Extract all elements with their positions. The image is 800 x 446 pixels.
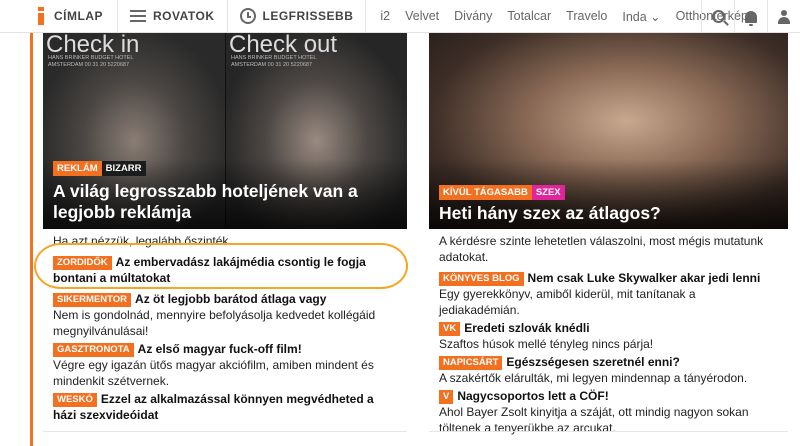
- partner-sites: i2 Velvet Divány Totalcar Travelo Inda ⌄…: [366, 9, 748, 24]
- notifications-button[interactable]: [734, 0, 767, 33]
- tag-szex[interactable]: SZEX: [531, 185, 565, 200]
- home-link[interactable]: CÍMLAP: [0, 0, 103, 33]
- item-headline[interactable]: Ezzel az alkalmazással könnyen megvédhet…: [53, 392, 374, 422]
- hotel-subtext: HANS BRINKER BUDGET HOTEL AMSTERDAM 00 3…: [231, 55, 317, 68]
- search-button[interactable]: [701, 0, 734, 33]
- item-tag[interactable]: KÖNYVES BLOG: [439, 272, 524, 286]
- item-description: Szaftos húsok mellé tényleg nincs párja!: [439, 337, 654, 351]
- hotel-subtext: HANS BRINKER BUDGET HOTEL AMSTERDAM 00 3…: [48, 55, 134, 68]
- list-item[interactable]: VK Eredeti szlovák knédli Szaftos húsok m…: [429, 318, 788, 352]
- hero-lead: A kérdésre szinte lehetetlen válaszolni,…: [439, 234, 764, 264]
- item-headline[interactable]: Az öt legjobb barátod átlaga vagy: [135, 292, 326, 306]
- item-tag[interactable]: VK: [439, 322, 461, 336]
- item-tag[interactable]: NAPICSÁRT: [439, 356, 503, 370]
- item-tag[interactable]: WESKÓ: [53, 393, 97, 407]
- left-column: Check in HANS BRINKER BUDGET HOTEL AMSTE…: [43, 33, 407, 423]
- item-headline[interactable]: Egészségesen szeretnél enni?: [506, 355, 679, 369]
- item-headline[interactable]: Az első magyar fuck-off film!: [138, 342, 302, 356]
- list-item[interactable]: GASZTRONOTA Az első magyar fuck-off film!…: [43, 339, 407, 389]
- list-item[interactable]: NAPICSÁRT Egészségesen szeretnél enni? A …: [429, 352, 788, 386]
- item-description: Egy gyerekkönyv, amiből kiderül, mit tan…: [439, 287, 696, 317]
- right-column: KÍVÜL TÁGASABB SZEX Heti hány szex az át…: [429, 33, 788, 436]
- item-headline[interactable]: Nagycsoportos lett a CÖF!: [457, 389, 608, 403]
- highlight-circle: [34, 243, 408, 289]
- latest-button[interactable]: LEGFRISSEBB: [228, 0, 366, 33]
- search-icon: [711, 10, 725, 23]
- item-tag[interactable]: SIKERMENTOR: [53, 293, 132, 307]
- list-item[interactable]: SIKERMENTOR Az öt legjobb barátod átlaga …: [43, 286, 407, 339]
- user-icon: [777, 9, 791, 24]
- site-link-divany[interactable]: Divány: [454, 9, 492, 23]
- index-logo-icon: [34, 7, 48, 25]
- hero-title[interactable]: A világ legrosszabb hoteljének van a leg…: [53, 181, 397, 223]
- bell-icon: [745, 10, 757, 26]
- item-headline[interactable]: Nem csak Luke Skywalker akar jedi lenni: [528, 271, 761, 285]
- hero-tags: REKLÁM BIZARR: [53, 161, 146, 176]
- site-link-velvet[interactable]: Velvet: [405, 9, 439, 23]
- hotel-ad-hero[interactable]: Check in HANS BRINKER BUDGET HOTEL AMSTE…: [43, 33, 407, 229]
- hero-tags: KÍVÜL TÁGASABB SZEX: [439, 185, 565, 200]
- item-description: A szakértők elárulták, mi legyen mindenn…: [439, 371, 748, 385]
- column-divider: [43, 431, 407, 432]
- column-divider: [429, 431, 788, 432]
- home-label: CÍMLAP: [54, 9, 103, 23]
- list-item[interactable]: WESKÓ Ezzel az alkalmazással könnyen megv…: [43, 389, 407, 423]
- list-item[interactable]: KÖNYVES BLOG Nem csak Luke Skywalker akar…: [429, 265, 788, 318]
- sections-menu-button[interactable]: ROVATOK: [118, 0, 227, 33]
- item-description: Végre egy igazán ütős magyar akciófilm, …: [53, 358, 374, 388]
- sections-label: ROVATOK: [153, 9, 215, 23]
- tag-reklam[interactable]: REKLÁM: [53, 161, 102, 176]
- site-link-inda[interactable]: Inda ⌄: [622, 9, 660, 24]
- top-navigation: CÍMLAP ROVATOK LEGFRISSEBB i2 Velvet Div…: [0, 0, 800, 33]
- item-description: Nem is gondolnád, mennyire befolyásolja …: [53, 308, 376, 338]
- latest-label: LEGFRISSEBB: [262, 9, 354, 23]
- accent-rule: [30, 33, 33, 446]
- item-headline[interactable]: Eredeti szlovák knédli: [464, 321, 589, 335]
- site-link-totalcar[interactable]: Totalcar: [507, 9, 551, 23]
- item-tag[interactable]: GASZTRONOTA: [53, 343, 134, 357]
- profile-button[interactable]: [767, 0, 800, 33]
- site-link-travelo[interactable]: Travelo: [566, 9, 607, 23]
- tag-bizarr[interactable]: BIZARR: [101, 161, 146, 176]
- clock-icon: [239, 8, 256, 24]
- tag-kivul-tagasabb[interactable]: KÍVÜL TÁGASABB: [439, 185, 532, 200]
- list-item[interactable]: V Nagycsoportos lett a CÖF! Ahol Bayer Zs…: [429, 386, 788, 436]
- site-link-i2[interactable]: i2: [380, 9, 390, 23]
- hamburger-icon: [130, 10, 146, 22]
- hero-title[interactable]: Heti hány szex az átlagos?: [439, 203, 778, 224]
- survey-hero[interactable]: KÍVÜL TÁGASABB SZEX Heti hány szex az át…: [429, 33, 788, 229]
- item-tag[interactable]: V: [439, 390, 454, 404]
- nav-icons: [701, 0, 800, 33]
